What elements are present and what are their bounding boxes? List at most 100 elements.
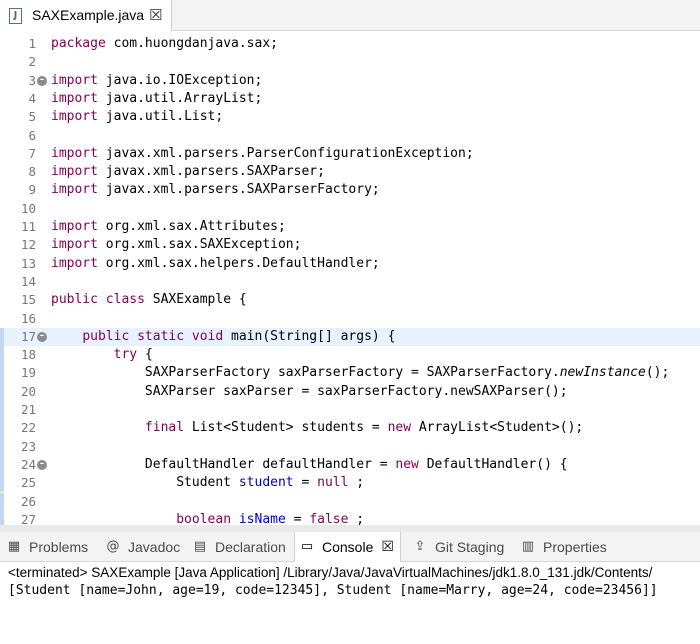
- line-number: 22: [20, 420, 36, 436]
- tab-label: Declaration: [215, 539, 286, 555]
- problems-icon: ▦: [7, 539, 21, 554]
- code-text: import org.xml.sax.SAXException;: [51, 237, 302, 253]
- code-line[interactable]: 23: [0, 437, 700, 456]
- code-editor[interactable]: 1 package com.huongdanjava.sax; 2 3– import …: [0, 31, 700, 525]
- fold-collapse-icon[interactable]: –: [37, 459, 47, 470]
- code-text: SAXParserFactory saxParserFactory = SAXP…: [51, 365, 670, 381]
- line-number: 26: [20, 493, 36, 509]
- code-line[interactable]: 25 Student student = null ;: [0, 474, 700, 493]
- line-number: 13: [20, 255, 36, 271]
- code-line[interactable]: 14: [0, 273, 700, 291]
- line-number: 4: [28, 90, 36, 106]
- code-text: SAXParser saxParser = saxParserFactory.n…: [51, 383, 568, 399]
- line-number: 14: [20, 273, 36, 289]
- code-line[interactable]: 16: [0, 310, 700, 328]
- code-line[interactable]: 19 SAXParserFactory saxParserFactory = S…: [0, 364, 700, 383]
- close-icon[interactable]: ☒: [149, 6, 162, 24]
- tab-label: Git Staging: [435, 539, 505, 555]
- code-line[interactable]: 9 import javax.xml.parsers.SAXParserFacto…: [0, 181, 700, 199]
- code-line[interactable]: 24– DefaultHandler defaultHandler = new …: [0, 455, 700, 475]
- fold-collapse-icon[interactable]: –: [37, 75, 47, 86]
- code-text: import java.util.List;: [51, 109, 224, 125]
- java-file-icon: J: [9, 8, 22, 24]
- line-number: 12: [20, 237, 36, 253]
- code-line[interactable]: 22 final List<Student> students = new Ar…: [0, 419, 700, 438]
- console-output[interactable]: <terminated> SAXExample [Java Applicatio…: [0, 562, 700, 644]
- line-number: 23: [20, 438, 36, 454]
- code-text: final List<Student> students = new Array…: [144, 420, 584, 436]
- editor-tab-saxexample[interactable]: J SAXExample.java ☒: [0, 0, 172, 31]
- tab-label: Properties: [543, 539, 607, 555]
- editor-tab-label: SAXExample.java: [32, 7, 145, 23]
- code-line[interactable]: 11 import org.xml.sax.Attributes;: [0, 218, 700, 236]
- code-line[interactable]: 17– public static void main(String[] arg…: [0, 327, 700, 347]
- tab-console[interactable]: ▭ Console ☒: [294, 532, 401, 562]
- fold-collapse-icon[interactable]: –: [37, 331, 47, 342]
- code-text: import java.io.IOException;: [51, 72, 263, 88]
- line-number: 25: [20, 475, 36, 491]
- line-number: 27: [20, 511, 36, 525]
- line-number: 18: [20, 347, 36, 363]
- tab-label: Console: [322, 539, 374, 555]
- line-number: 17: [20, 328, 36, 344]
- code-line[interactable]: 4 import java.util.ArrayList;: [0, 90, 700, 108]
- code-line[interactable]: 20 SAXParser saxParser = saxParserFactor…: [0, 382, 700, 401]
- line-number: 15: [20, 292, 36, 308]
- tab-javadoc[interactable]: @ Javadoc: [105, 532, 181, 562]
- line-number: 1: [28, 36, 36, 51]
- code-line[interactable]: 12 import org.xml.sax.SAXException;: [0, 236, 700, 254]
- line-number: 11: [20, 219, 36, 234]
- tab-label: Problems: [29, 539, 89, 555]
- line-number: 10: [20, 200, 36, 216]
- properties-icon: ▥: [521, 539, 535, 554]
- code-line[interactable]: 2: [0, 53, 700, 71]
- code-line[interactable]: 7 import javax.xml.parsers.ParserConfigur…: [0, 145, 700, 163]
- code-text: import javax.xml.parsers.SAXParser;: [51, 164, 325, 180]
- code-line[interactable]: 27 boolean isName = false ;: [0, 510, 700, 525]
- line-number: 8: [28, 164, 36, 180]
- code-text: import org.xml.sax.Attributes;: [51, 219, 286, 234]
- code-text: import javax.xml.parsers.ParserConfigura…: [51, 145, 474, 161]
- tab-label: Javadoc: [128, 539, 181, 555]
- line-number: 6: [28, 127, 36, 143]
- line-number: 7: [28, 145, 36, 161]
- code-line[interactable]: 1 package com.huongdanjava.sax;: [0, 35, 700, 53]
- bottom-panel-tabs: ▦ Problems @ Javadoc ▤ Declaration ▭ Console ☒ ⇪ G…: [0, 532, 700, 562]
- close-icon[interactable]: ☒: [381, 539, 394, 555]
- code-text: public static void main(String[] args) {: [82, 328, 396, 344]
- tab-problems[interactable]: ▦ Problems: [6, 532, 88, 562]
- line-number: 24: [20, 456, 36, 472]
- line-number: 3: [28, 72, 36, 88]
- tab-git-staging[interactable]: ⇪ Git Staging: [412, 532, 505, 562]
- line-number: 5: [28, 109, 36, 125]
- editor-tab-bar: J SAXExample.java ☒: [0, 0, 700, 31]
- code-line[interactable]: 8 import javax.xml.parsers.SAXParser;: [0, 163, 700, 181]
- code-line[interactable]: 26: [0, 492, 700, 511]
- code-text: try {: [113, 347, 153, 363]
- code-text: Student student = null ;: [51, 475, 365, 491]
- code-line[interactable]: 13 import org.xml.sax.helpers.DefaultHand…: [0, 255, 700, 273]
- line-number: 20: [20, 383, 36, 399]
- code-line[interactable]: 18 try {: [0, 346, 700, 365]
- code-line[interactable]: 3– import java.io.IOException;: [0, 72, 700, 90]
- line-number: 19: [20, 365, 36, 381]
- line-number: 9: [28, 182, 36, 198]
- panel-divider[interactable]: [0, 525, 700, 532]
- console-icon: ▭: [300, 539, 314, 554]
- line-number: 16: [20, 310, 36, 326]
- javadoc-icon: @: [106, 539, 120, 554]
- code-line[interactable]: 15 public class SAXExample {: [0, 291, 700, 309]
- code-line[interactable]: 21: [0, 401, 700, 420]
- code-text: import java.util.ArrayList;: [51, 90, 263, 106]
- tab-declaration[interactable]: ▤ Declaration: [192, 532, 286, 562]
- code-text: boolean isName = false ;: [176, 511, 365, 525]
- line-number: 2: [28, 54, 36, 70]
- code-text: DefaultHandler defaultHandler = new Defa…: [51, 456, 568, 472]
- code-line[interactable]: 5 import java.util.List;: [0, 108, 700, 126]
- declaration-icon: ▤: [193, 539, 207, 554]
- code-line[interactable]: 6: [0, 127, 700, 145]
- git-staging-icon: ⇪: [414, 539, 426, 554]
- tab-properties[interactable]: ▥ Properties: [520, 532, 607, 562]
- line-number: 21: [20, 402, 36, 417]
- code-line[interactable]: 10: [0, 200, 700, 218]
